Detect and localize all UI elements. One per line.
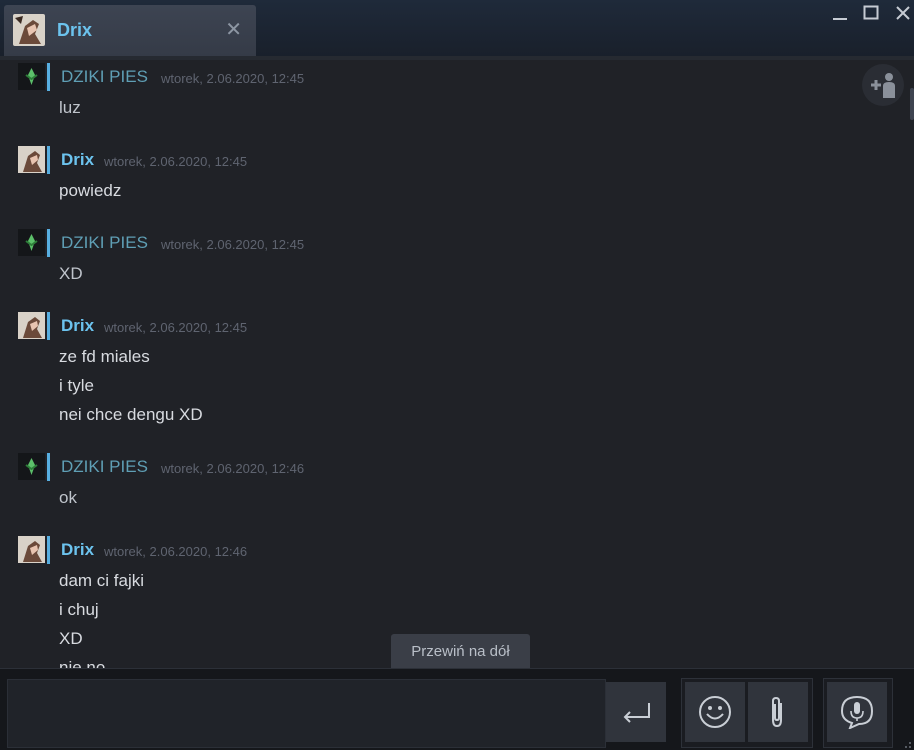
avatar[interactable] xyxy=(18,312,45,339)
send-button[interactable] xyxy=(606,682,666,742)
status-bar xyxy=(47,229,50,257)
message-group: DZIKI PIES wtorek, 2.06.2020, 12:46 ok xyxy=(0,453,860,512)
avatar[interactable] xyxy=(18,146,45,173)
message-text: i tyle xyxy=(59,376,94,395)
message-text: dam ci fajki xyxy=(59,571,145,590)
title-bar: Drix ✕ xyxy=(0,0,914,56)
message-header: Drix wtorek, 2.06.2020, 12:46 xyxy=(0,536,860,566)
message-group: Drix wtorek, 2.06.2020, 12:45 ze fd miales… xyxy=(0,312,860,429)
close-window-icon[interactable] xyxy=(889,2,914,26)
message-group: Drix wtorek, 2.06.2020, 12:45 powiedz xyxy=(0,146,860,205)
add-friend-icon[interactable] xyxy=(862,64,904,106)
status-bar xyxy=(47,146,50,174)
paperclip-icon xyxy=(772,696,782,728)
message-text: powiedz xyxy=(59,181,122,200)
status-bar xyxy=(47,453,50,481)
sender-name[interactable]: Drix xyxy=(61,316,94,336)
message-timestamp: wtorek, 2.06.2020, 12:46 xyxy=(104,544,248,559)
message-group: DZIKI PIES wtorek, 2.06.2020, 12:45 luz xyxy=(0,63,860,122)
message-input[interactable] xyxy=(7,679,606,748)
close-tab-icon[interactable]: ✕ xyxy=(225,17,242,42)
message-header: Drix wtorek, 2.06.2020, 12:45 xyxy=(0,146,860,176)
message-text: luz xyxy=(59,98,81,117)
smiley-icon xyxy=(699,696,731,728)
status-bar xyxy=(47,312,50,340)
avatar[interactable] xyxy=(18,229,45,256)
message-timestamp: wtorek, 2.06.2020, 12:45 xyxy=(161,71,305,86)
maximize-icon[interactable] xyxy=(857,2,885,26)
message-text: XD xyxy=(59,264,83,283)
message-text: ok xyxy=(59,488,77,507)
emoji-button[interactable] xyxy=(685,682,745,742)
chat-history[interactable]: DZIKI PIES wtorek, 2.06.2020, 12:45 luz Dri… xyxy=(0,60,910,668)
message-header: DZIKI PIES wtorek, 2.06.2020, 12:46 xyxy=(0,453,860,483)
avatar[interactable] xyxy=(18,453,45,480)
voice-chat-button[interactable] xyxy=(827,682,887,742)
message-header: DZIKI PIES wtorek, 2.06.2020, 12:45 xyxy=(0,63,860,93)
resize-grip-icon[interactable] xyxy=(902,739,912,749)
sender-name[interactable]: DZIKI PIES xyxy=(61,67,148,87)
avatar[interactable] xyxy=(18,536,45,563)
message-timestamp: wtorek, 2.06.2020, 12:45 xyxy=(104,320,248,335)
message-timestamp: wtorek, 2.06.2020, 12:45 xyxy=(161,237,305,252)
message-timestamp: wtorek, 2.06.2020, 12:46 xyxy=(161,461,305,476)
message-text: i chuj xyxy=(59,600,99,619)
message-text: ze fd miales xyxy=(59,347,150,366)
sender-name[interactable]: DZIKI PIES xyxy=(61,457,148,477)
attach-button[interactable] xyxy=(748,682,808,742)
message-header: DZIKI PIES wtorek, 2.06.2020, 12:45 xyxy=(0,229,860,259)
tab-title: Drix xyxy=(57,20,93,40)
avatar xyxy=(13,14,45,46)
message-text: nei chce dengu XD xyxy=(59,405,203,424)
status-bar xyxy=(47,536,50,564)
microphone-icon xyxy=(840,695,874,729)
message-header: Drix wtorek, 2.06.2020, 12:45 xyxy=(0,312,860,342)
avatar[interactable] xyxy=(18,63,45,90)
message-group: DZIKI PIES wtorek, 2.06.2020, 12:45 XD xyxy=(0,229,860,288)
chat-tab-drix[interactable]: Drix ✕ xyxy=(4,5,256,56)
minimize-icon[interactable] xyxy=(826,2,854,26)
enter-icon xyxy=(623,703,650,723)
scroll-to-bottom-button[interactable]: Przewiń na dół xyxy=(391,634,530,668)
sender-name[interactable]: Drix xyxy=(61,540,94,560)
composer xyxy=(0,668,914,750)
sender-name[interactable]: Drix xyxy=(61,150,94,170)
sender-name[interactable]: DZIKI PIES xyxy=(61,233,148,253)
status-bar xyxy=(47,63,50,91)
message-timestamp: wtorek, 2.06.2020, 12:45 xyxy=(104,154,248,169)
scrollbar[interactable] xyxy=(910,88,914,120)
chat-window: Drix ✕ DZIKI PIES wtorek, 2.06.2020, 12:4… xyxy=(0,0,914,750)
